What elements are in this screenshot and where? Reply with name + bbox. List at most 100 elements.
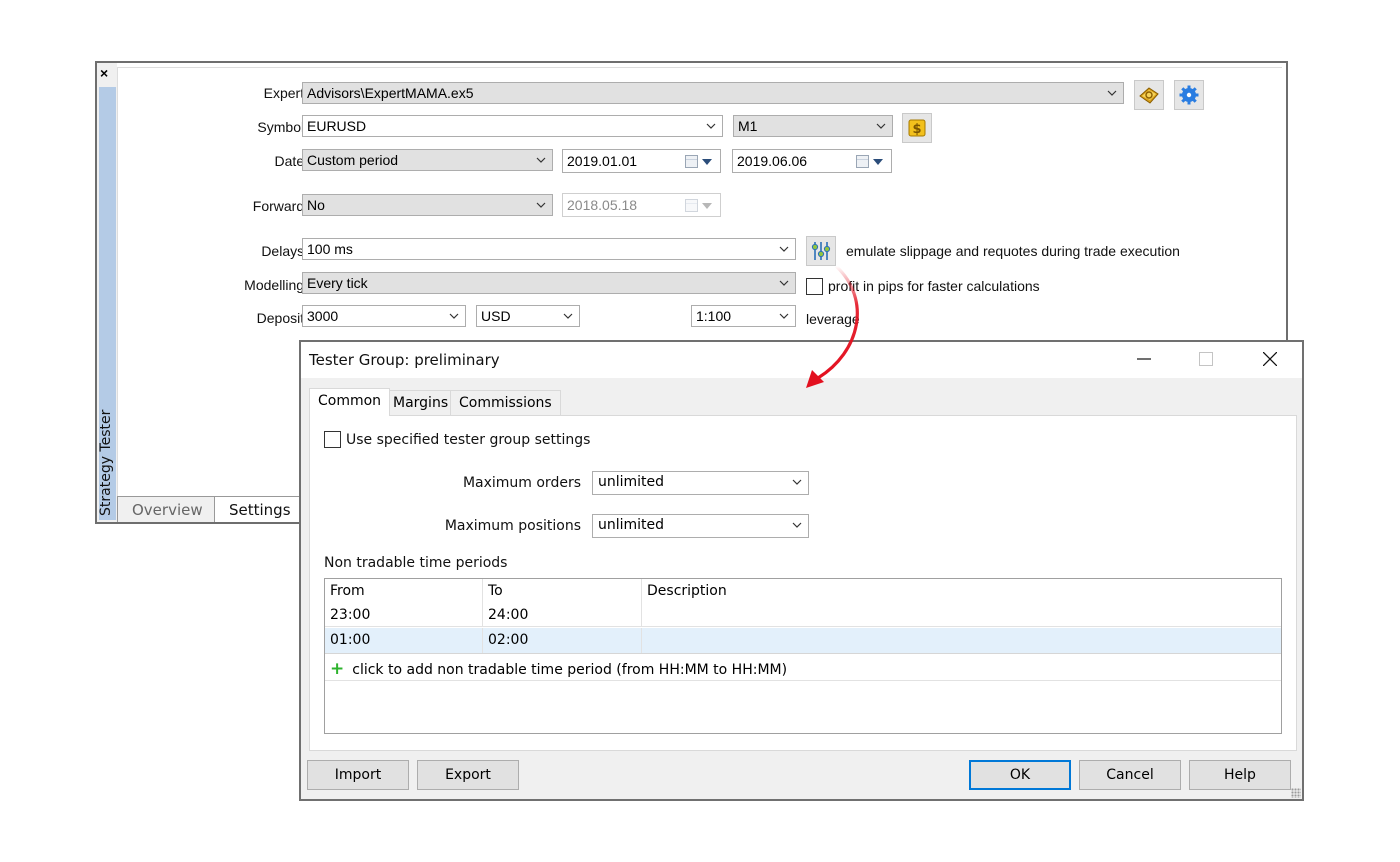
calendar-icon xyxy=(685,155,698,168)
table-row[interactable]: 23:00 24:00 xyxy=(325,603,1281,627)
leverage-select[interactable]: 1:100 xyxy=(691,305,796,327)
expert-properties-button[interactable] xyxy=(1174,80,1204,110)
maximize-icon xyxy=(1199,352,1213,366)
dropdown-arrow-icon xyxy=(702,159,712,165)
expert-value: Advisors\ExpertMAMA.ex5 xyxy=(307,85,474,101)
table-row-selected[interactable]: 01:00 02:00 xyxy=(325,628,1281,654)
deposit-currency-select[interactable]: USD xyxy=(476,305,580,327)
add-period-row[interactable]: + click to add non tradable time period (… xyxy=(325,655,1281,681)
date-to-picker[interactable]: 2019.06.06 xyxy=(732,149,892,173)
symbol-properties-button[interactable]: $ xyxy=(902,113,932,143)
expert-select[interactable]: Advisors\ExpertMAMA.ex5 xyxy=(302,82,1124,104)
edit-expert-button[interactable] xyxy=(1134,80,1164,110)
export-button[interactable]: Export xyxy=(417,760,519,790)
dollar-icon: $ xyxy=(908,119,926,137)
max-positions-select[interactable]: unlimited xyxy=(592,514,809,538)
cancel-button[interactable]: Cancel xyxy=(1079,760,1181,790)
delays-value: 100 ms xyxy=(307,241,353,257)
chevron-down-icon xyxy=(1107,85,1117,103)
date-from-picker[interactable]: 2019.01.01 xyxy=(562,149,721,173)
deposit-currency-value: USD xyxy=(481,308,511,324)
forward-value: No xyxy=(307,197,325,213)
cell-description[interactable] xyxy=(642,628,1281,653)
minimize-button[interactable] xyxy=(1114,342,1174,376)
chevron-down-icon xyxy=(792,518,802,534)
cell-description[interactable] xyxy=(642,603,1281,626)
max-positions-label: Maximum positions xyxy=(444,518,581,534)
tab-margins[interactable]: Margins xyxy=(384,390,458,415)
max-orders-label: Maximum orders xyxy=(462,475,581,491)
max-orders-value: unlimited xyxy=(598,474,665,490)
expert-book-icon xyxy=(1139,87,1159,104)
tab-common[interactable]: Common xyxy=(309,388,391,416)
tab-overview[interactable]: Overview xyxy=(117,496,215,522)
deposit-amount-select[interactable]: 3000 xyxy=(302,305,466,327)
cell-from[interactable]: 01:00 xyxy=(325,628,483,653)
cell-to[interactable]: 02:00 xyxy=(483,628,642,653)
dialog-title: Tester Group: preliminary xyxy=(309,351,500,369)
sliders-icon xyxy=(811,242,831,260)
add-period-cell: + click to add non tradable time period (… xyxy=(325,655,792,680)
close-button[interactable] xyxy=(1240,342,1300,376)
column-header-description[interactable]: Description xyxy=(642,579,1281,603)
symbol-label: Symbol: xyxy=(257,119,308,135)
chevron-down-icon xyxy=(779,308,789,326)
delays-select[interactable]: 100 ms xyxy=(302,238,796,260)
cell-to[interactable]: 24:00 xyxy=(483,603,642,626)
tester-group-dialog: Tester Group: preliminary Common Margins… xyxy=(299,340,1304,801)
symbol-select[interactable]: EURUSD xyxy=(302,115,723,137)
chevron-down-icon xyxy=(536,152,546,170)
common-tab-panel: Use specified tester group settings Maxi… xyxy=(309,415,1297,751)
periods-table: From To Description 23:00 24:00 01:00 02… xyxy=(324,578,1282,734)
cell-from[interactable]: 23:00 xyxy=(325,603,483,626)
delays-label: Delays: xyxy=(261,243,308,259)
date-period-select[interactable]: Custom period xyxy=(302,149,553,171)
close-icon xyxy=(1263,352,1277,366)
date-label: Date: xyxy=(274,153,308,169)
deposit-label: Deposit: xyxy=(256,310,308,326)
tab-commissions[interactable]: Commissions xyxy=(450,390,561,415)
maximize-button xyxy=(1176,342,1236,376)
add-period-label: click to add non tradable time period (f… xyxy=(352,662,788,678)
close-icon[interactable]: × xyxy=(100,65,108,81)
periods-section-title: Non tradable time periods xyxy=(324,555,508,571)
modelling-label: Modelling: xyxy=(244,277,308,293)
dropdown-arrow-icon xyxy=(873,159,883,165)
symbol-value: EURUSD xyxy=(307,118,367,134)
slippage-note: emulate slippage and requotes during tra… xyxy=(846,243,1180,259)
forward-label: Forward: xyxy=(252,198,308,214)
use-group-settings-checkbox[interactable] xyxy=(324,431,341,448)
profit-in-pips-label: profit in pips for faster calculations xyxy=(828,278,1040,294)
tab-settings[interactable]: Settings xyxy=(215,496,299,522)
date-to-value: 2019.06.06 xyxy=(737,153,808,169)
gear-icon xyxy=(1179,85,1199,105)
modelling-select[interactable]: Every tick xyxy=(302,272,796,294)
strategy-tester-side-tab[interactable]: Strategy Tester xyxy=(98,87,116,520)
max-orders-select[interactable]: unlimited xyxy=(592,471,809,495)
leverage-label: leverage xyxy=(806,311,860,327)
ok-button[interactable]: OK xyxy=(969,760,1071,790)
profit-in-pips-checkbox[interactable] xyxy=(806,278,823,295)
chevron-down-icon xyxy=(779,241,789,259)
leverage-value: 1:100 xyxy=(696,308,732,324)
resize-grip[interactable] xyxy=(1291,788,1301,798)
forward-select[interactable]: No xyxy=(302,194,553,216)
timeframe-value: M1 xyxy=(738,118,758,134)
modelling-value: Every tick xyxy=(307,275,368,291)
delay-settings-button[interactable] xyxy=(806,236,836,266)
column-header-from[interactable]: From xyxy=(325,579,483,603)
use-group-settings-label: Use specified tester group settings xyxy=(346,432,591,448)
expert-label: Expert: xyxy=(263,85,308,101)
chevron-down-icon xyxy=(876,118,886,136)
dropdown-arrow-icon xyxy=(702,203,712,209)
strategy-tester-side-label: Strategy Tester xyxy=(98,409,114,516)
forward-date-value: 2018.05.18 xyxy=(567,197,638,213)
calendar-icon xyxy=(685,199,698,212)
help-button[interactable]: Help xyxy=(1189,760,1291,790)
column-header-to[interactable]: To xyxy=(483,579,642,603)
dialog-titlebar[interactable]: Tester Group: preliminary xyxy=(301,342,1302,378)
import-button[interactable]: Import xyxy=(307,760,409,790)
timeframe-select[interactable]: M1 xyxy=(733,115,893,137)
max-positions-value: unlimited xyxy=(598,517,665,533)
chevron-down-icon xyxy=(792,475,802,491)
